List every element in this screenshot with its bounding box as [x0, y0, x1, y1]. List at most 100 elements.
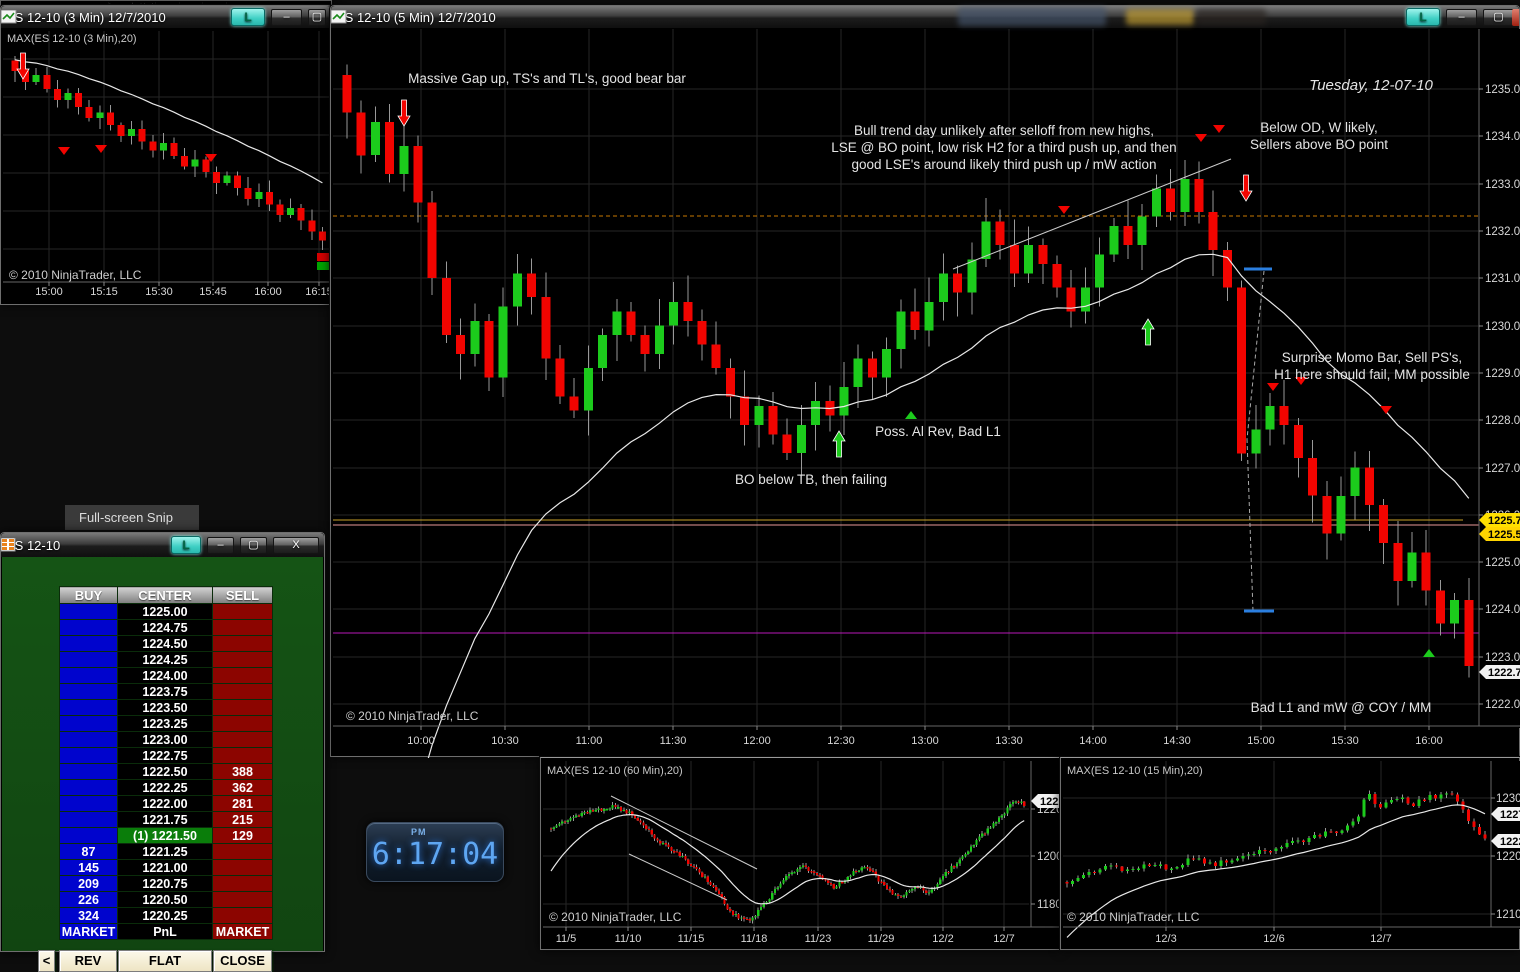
dom-row: 1223.00 — [60, 732, 273, 748]
chart-window-icon — [1, 10, 17, 24]
dom-market-button[interactable]: MARKET — [213, 924, 273, 940]
dom-buy-cell[interactable] — [60, 700, 118, 716]
time-axis-label: 11/10 — [615, 933, 642, 945]
dom-buy-cell[interactable]: 324 — [60, 908, 118, 924]
dom-buy-cell[interactable] — [60, 684, 118, 700]
dom-header-buy: BUY — [60, 587, 118, 604]
dom-buy-cell[interactable]: 87 — [60, 844, 118, 860]
window-chart-3min[interactable]: ES 12-10 (3 Min) 12/7/2010 L – ▢ 15:0015… — [0, 5, 332, 305]
dom-buy-cell[interactable] — [60, 668, 118, 684]
price-axis-label: 1180.00 — [1037, 899, 1061, 911]
time-axis-label: 12:30 — [827, 735, 855, 747]
chart-60min-canvas[interactable]: 1220.001200.001180.0011/511/1011/1511/18… — [541, 758, 1061, 951]
dom-price-ladder[interactable]: BUYCENTERSELL1225.001224.751224.501224.2… — [59, 586, 273, 940]
dom-sell-cell[interactable] — [213, 732, 273, 748]
dom-close-button[interactable]: CLOSE — [213, 950, 272, 972]
window-dom[interactable]: ES 12-10 L – ▢ X BUYCENTERSELL1225.00122… — [0, 532, 325, 952]
dom-buy-cell[interactable] — [60, 780, 118, 796]
dom-titlebar[interactable]: ES 12-10 L – ▢ X — [1, 533, 324, 558]
dom-sell-cell[interactable] — [213, 748, 273, 764]
price-tag-label: 1222.75 — [1500, 836, 1520, 848]
dom-buy-cell[interactable] — [60, 828, 118, 844]
dom-sell-cell[interactable]: 281 — [213, 796, 273, 812]
maximize-button[interactable]: ▢ — [240, 537, 267, 554]
copyright-label: © 2010 NinjaTrader, LLC — [9, 268, 142, 282]
dom-sell-cell[interactable]: 129 — [213, 828, 273, 844]
chart-window-icon — [331, 10, 347, 24]
chart-annotation: BO below TB, then failing — [735, 472, 887, 487]
link-button[interactable]: L — [171, 536, 201, 554]
dom-row: 1451221.00 — [60, 860, 273, 876]
dom-buy-cell[interactable] — [60, 812, 118, 828]
dom-row: (1) 1221.50129 — [60, 828, 273, 844]
minimize-button[interactable]: – — [207, 537, 234, 554]
dom-sell-cell[interactable] — [213, 652, 273, 668]
close-button[interactable] — [1512, 9, 1519, 26]
dom-back-button[interactable]: < — [38, 950, 55, 972]
dom-buy-cell[interactable] — [60, 732, 118, 748]
dom-sell-cell[interactable]: 215 — [213, 812, 273, 828]
dom-sell-cell[interactable] — [213, 908, 273, 924]
time-axis-label: 11:30 — [660, 735, 687, 747]
window-chart-15min[interactable]: 1230.001220.001210.0012/312/612/71227.25… — [1060, 757, 1520, 950]
dom-sell-cell[interactable] — [213, 684, 273, 700]
chart-3min-title: ES 12-10 (3 Min) 12/7/2010 — [6, 10, 166, 25]
dom-buy-cell[interactable] — [60, 652, 118, 668]
dom-sell-cell[interactable] — [213, 860, 273, 876]
dom-buy-cell[interactable] — [60, 636, 118, 652]
chart-annotation: Poss. Al Rev, Bad L1 — [875, 424, 1001, 439]
dom-buy-cell[interactable] — [60, 764, 118, 780]
time-axis-label: 11/23 — [805, 933, 832, 945]
dom-sell-cell[interactable] — [213, 620, 273, 636]
dom-row: 2261220.50 — [60, 892, 273, 908]
chart-3min-titlebar[interactable]: ES 12-10 (3 Min) 12/7/2010 L – ▢ — [1, 6, 331, 29]
dom-buy-cell[interactable] — [60, 620, 118, 636]
dom-buy-cell[interactable]: 145 — [60, 860, 118, 876]
maximize-button[interactable]: ▢ — [1483, 9, 1514, 26]
chart-main-titlebar[interactable]: ES 12-10 (5 Min) 12/7/2010 L – ▢ — [331, 6, 1519, 29]
time-axis-label: 12/7 — [993, 933, 1014, 945]
dom-buy-cell[interactable]: 209 — [60, 876, 118, 892]
chart-annotation: Bad L1 and mW @ COY / MM — [1251, 700, 1432, 715]
clock-gadget[interactable]: PM 6:17:04 — [366, 822, 504, 882]
dom-sell-cell[interactable] — [213, 636, 273, 652]
close-button[interactable]: X — [273, 537, 319, 554]
time-axis-label: 12/3 — [1155, 933, 1176, 945]
time-axis-label: 16:15 — [305, 286, 333, 298]
link-button[interactable]: L — [231, 8, 265, 26]
window-chart-60min[interactable]: 1220.001200.001180.0011/511/1011/1511/18… — [540, 757, 1060, 950]
dom-sell-cell[interactable] — [213, 716, 273, 732]
dom-buy-cell[interactable] — [60, 748, 118, 764]
dom-market-button[interactable]: MARKET — [60, 924, 118, 940]
dom-sell-cell[interactable] — [213, 876, 273, 892]
dom-buy-cell[interactable] — [60, 716, 118, 732]
link-button[interactable]: L — [1406, 8, 1440, 26]
dom-sell-cell[interactable] — [213, 668, 273, 684]
time-axis-label: 14:00 — [1079, 735, 1107, 747]
dom-sell-cell[interactable]: 362 — [213, 780, 273, 796]
dom-sell-cell[interactable] — [213, 700, 273, 716]
dom-row: 1222.75 — [60, 748, 273, 764]
price-axis-label: 1235.00 — [1485, 84, 1520, 96]
price-axis-label: 1229.00 — [1485, 368, 1520, 380]
dom-rev-button[interactable]: REV — [59, 950, 117, 972]
dom-price-cell: 1224.75 — [118, 620, 213, 636]
dom-sell-cell[interactable]: 388 — [213, 764, 273, 780]
dom-buy-cell[interactable] — [60, 796, 118, 812]
chart-3min-canvas[interactable]: 15:0015:1515:3015:4516:0016:15© 2010 Nin… — [1, 29, 333, 306]
dom-sell-cell[interactable] — [213, 892, 273, 908]
dom-sell-cell[interactable] — [213, 604, 273, 620]
chart-15min-canvas[interactable]: 1230.001220.001210.0012/312/612/71227.25… — [1061, 758, 1520, 951]
dom-buy-cell[interactable]: 226 — [60, 892, 118, 908]
dom-flat-button[interactable]: FLAT — [118, 950, 212, 972]
minimize-button[interactable]: – — [1446, 9, 1477, 26]
time-axis-label: 12/7 — [1370, 933, 1391, 945]
dom-row: 1223.75 — [60, 684, 273, 700]
minimize-button[interactable]: – — [271, 9, 302, 26]
maximize-button[interactable]: ▢ — [308, 9, 326, 26]
dom-sell-cell[interactable] — [213, 844, 273, 860]
dom-buy-cell[interactable] — [60, 604, 118, 620]
dom-price-cell: 1222.25 — [118, 780, 213, 796]
chart-main-canvas[interactable]: 1235.001234.001233.001232.001231.001230.… — [331, 29, 1520, 758]
window-chart-main[interactable]: ES 12-10 (5 Min) 12/7/2010 L – ▢ 1235.00… — [330, 5, 1520, 757]
